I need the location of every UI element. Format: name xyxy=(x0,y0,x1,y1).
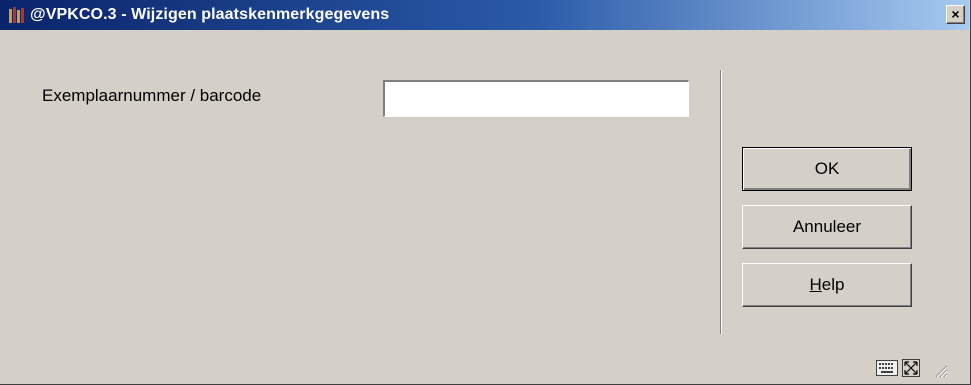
item-number-label: Exemplaarnummer / barcode xyxy=(42,86,262,105)
window-title: @VPKCO.3 - Wijzigen plaatskenmerkgegeven… xyxy=(30,6,390,23)
cancel-button[interactable]: Annuleer xyxy=(742,205,912,249)
item-number-input[interactable] xyxy=(383,80,689,117)
close-icon: × xyxy=(951,6,960,22)
books-icon xyxy=(8,6,26,24)
cancel-button-label: Annuleer xyxy=(792,217,862,236)
keyboard-icon[interactable] xyxy=(876,360,898,376)
status-bar-icons xyxy=(876,358,960,378)
expand-icon[interactable] xyxy=(902,359,920,377)
ok-button-label: OK xyxy=(814,159,840,178)
help-button[interactable]: Help xyxy=(742,263,912,307)
resize-grip-icon[interactable] xyxy=(932,362,948,378)
vertical-divider xyxy=(720,70,722,334)
dialog-window: @VPKCO.3 - Wijzigen plaatskenmerkgegeven… xyxy=(0,0,971,385)
ok-button[interactable]: OK xyxy=(742,147,912,191)
help-button-label: elp xyxy=(821,275,845,294)
help-button-mnemonic: H xyxy=(809,275,822,294)
close-button[interactable]: × xyxy=(946,5,965,24)
title-bar[interactable]: @VPKCO.3 - Wijzigen plaatskenmerkgegeven… xyxy=(0,0,969,30)
